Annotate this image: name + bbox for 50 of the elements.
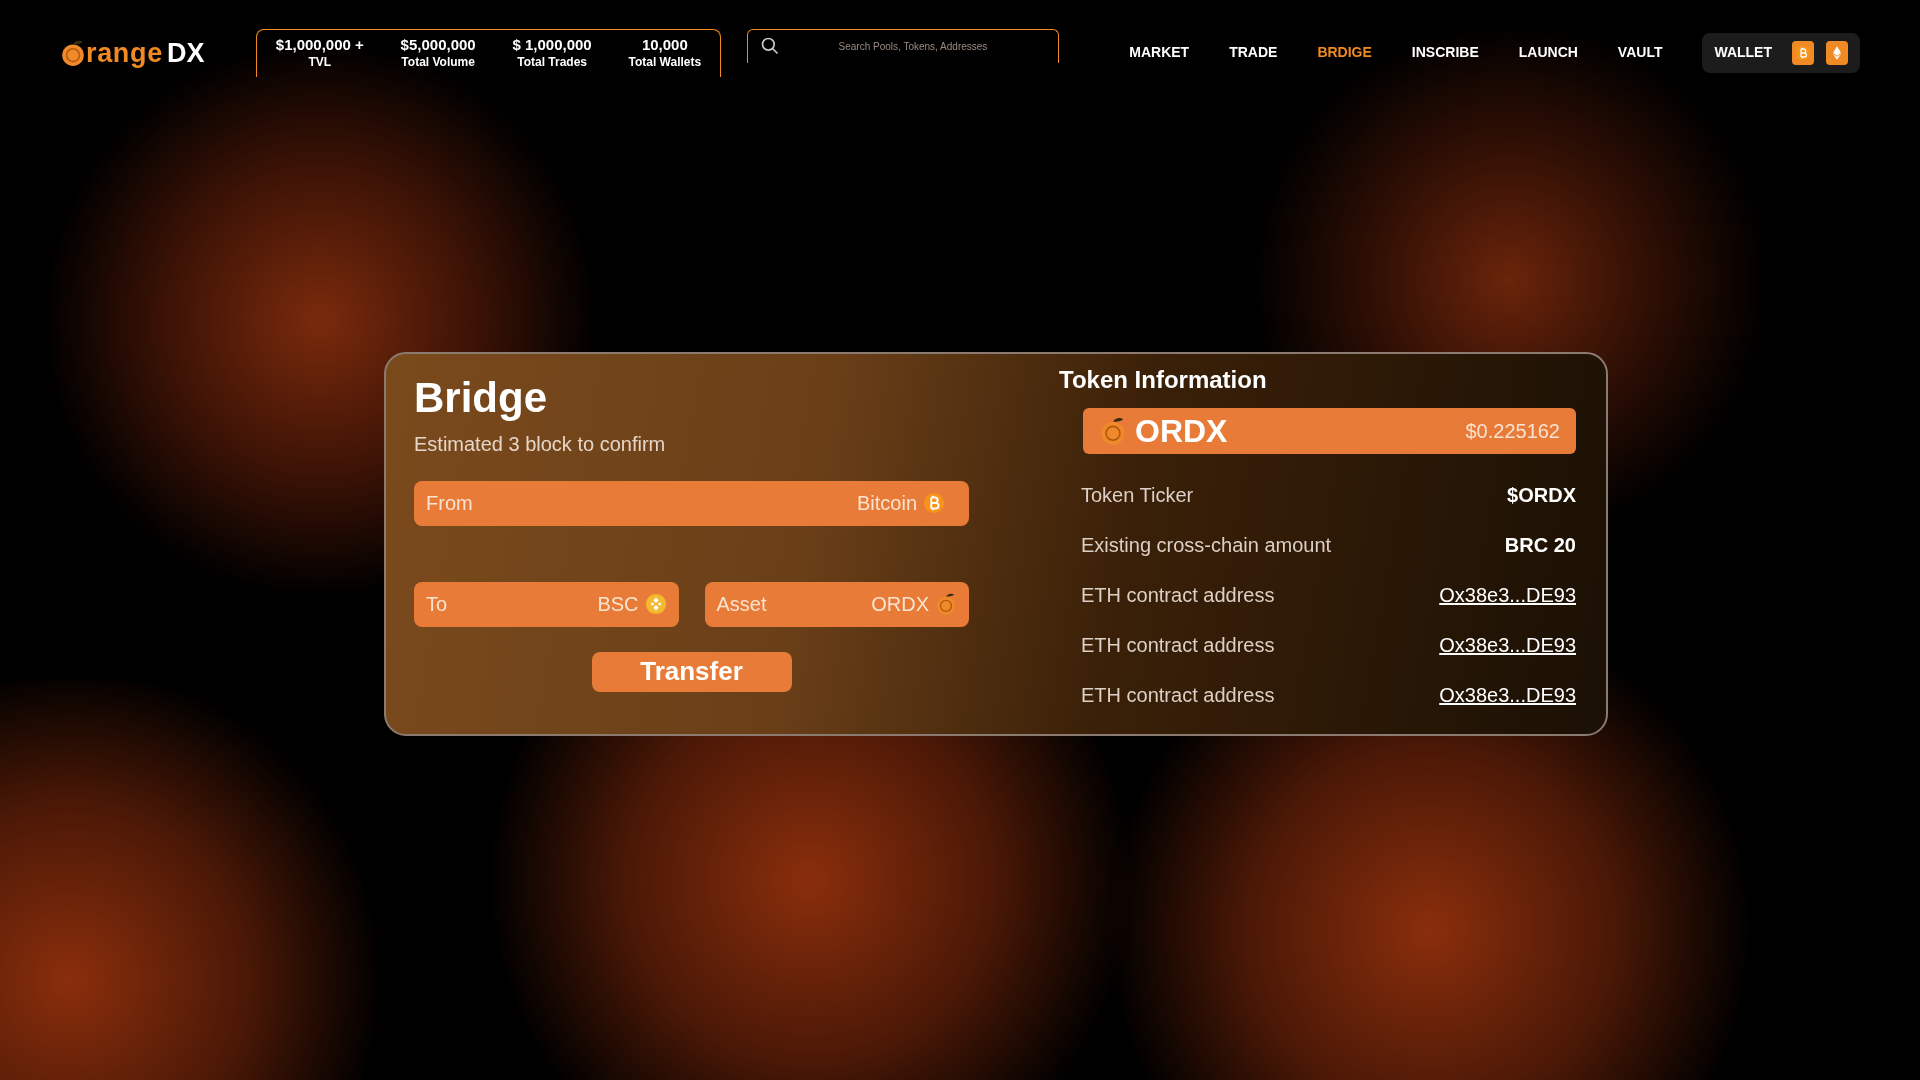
info-label: Existing cross-chain amount (1081, 533, 1332, 558)
field-label: To (426, 592, 448, 617)
fruit-logo-icon (60, 38, 86, 67)
address-link[interactable]: Ox38e3...DE93 (1439, 580, 1576, 610)
stat-value: $ 1,000,000 (512, 36, 592, 55)
nav-link[interactable]: VAULT (1617, 42, 1663, 63)
stat-label: Total Volume (401, 54, 475, 70)
token-name: ORDX (1135, 412, 1228, 451)
nav-link[interactable]: INSCRIBE (1411, 42, 1479, 63)
stat-value: 10,000 (641, 36, 688, 55)
token-price: $0.225162 (1465, 419, 1560, 444)
address-link[interactable]: Ox38e3...DE93 (1439, 630, 1576, 660)
wallet-panel[interactable]: WALLET (1702, 32, 1860, 73)
field-label: Asset (716, 592, 767, 617)
logo-text: range (86, 39, 163, 67)
stat-label: TVL (308, 54, 332, 70)
stat-value: $5,000,000 (400, 36, 476, 55)
token-info-title: Token Information (1059, 365, 1268, 395)
bitcoin-icon (923, 492, 945, 514)
info-value: $ORDX (1507, 483, 1576, 508)
search-input[interactable]: Search Pools, Tokens, Addresses (779, 38, 1047, 54)
field-label: From (426, 491, 473, 516)
wallet-label: WALLET (1714, 43, 1772, 62)
nav-link[interactable]: LAUNCH (1518, 42, 1578, 63)
info-label: ETH contract address (1081, 683, 1275, 708)
bitcoin-badge[interactable] (1792, 40, 1814, 65)
nav-link[interactable]: TRADE (1229, 42, 1278, 63)
bridge-title: Bridge (414, 373, 548, 423)
fruit-icon (935, 592, 957, 616)
info-label: ETH contract address (1081, 583, 1275, 608)
bitcoin-icon (1795, 44, 1811, 61)
field-value: Bitcoin (856, 491, 917, 516)
field-value: ORDX (871, 592, 929, 617)
stat-label: Total Trades (517, 54, 587, 70)
ethereum-badge[interactable] (1826, 40, 1848, 65)
address-link[interactable]: Ox38e3...DE93 (1439, 680, 1576, 710)
info-label: ETH contract address (1081, 633, 1275, 658)
nav-link[interactable]: BRDIGE (1317, 42, 1372, 63)
field-value: BSC (597, 592, 639, 617)
search-field[interactable]: Search Pools, Tokens, Addresses (746, 28, 1060, 63)
logo-text: DX (166, 39, 205, 67)
nav-link[interactable]: MARKET (1129, 42, 1190, 63)
search-icon (759, 36, 780, 56)
fruit-icon (1099, 416, 1127, 446)
info-label: Token Ticker (1081, 483, 1194, 508)
info-value: BRC 20 (1504, 533, 1576, 558)
bridge-subtitle: Estimated 3 block to confirm (414, 431, 667, 457)
stat-label: Total Wallets (628, 54, 702, 70)
stat-value: $1,000,000 + (275, 36, 364, 55)
diamond-coin-icon (644, 593, 667, 615)
